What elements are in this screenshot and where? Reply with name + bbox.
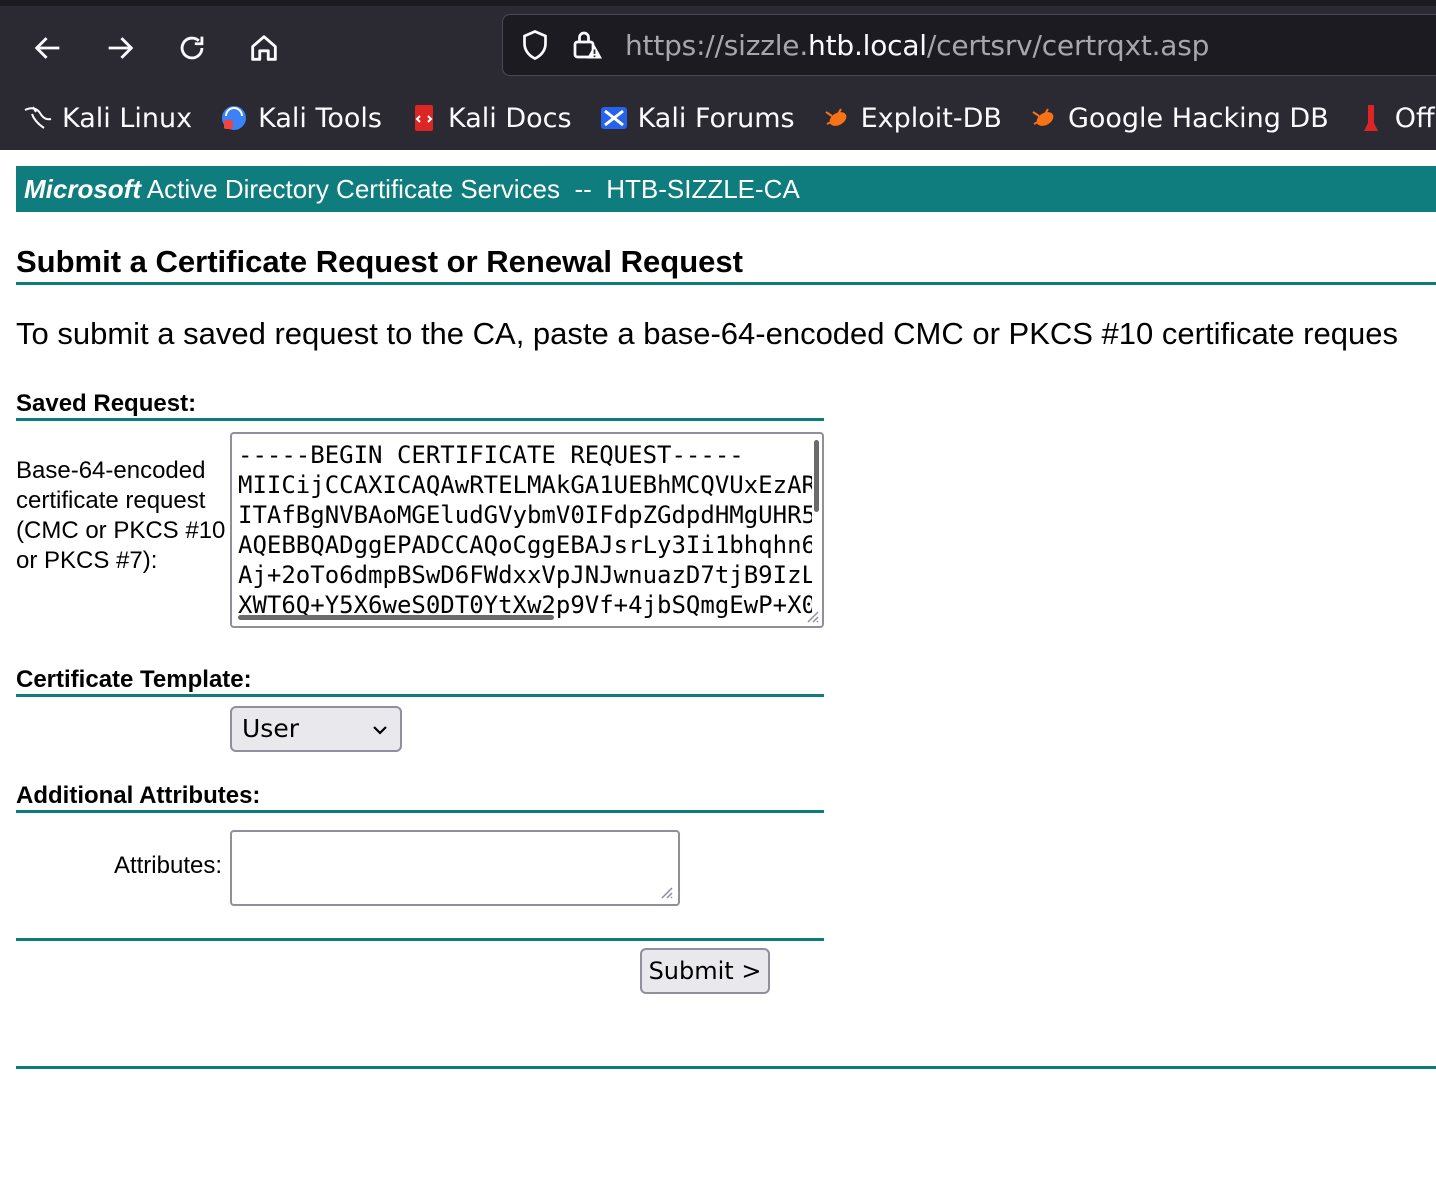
url-path: /certsrv/certrqxt.asp — [926, 29, 1210, 62]
url-host: htb.local — [808, 29, 927, 62]
bookmark-label: Kali Linux — [62, 102, 193, 134]
bookmark-kali-tools[interactable]: Kali Tools — [218, 92, 382, 144]
brand-name: Microsoft — [24, 174, 141, 204]
bookmark-label: Google Hacking DB — [1067, 102, 1329, 134]
separator: -- — [560, 174, 607, 204]
certificate-template-heading: Certificate Template: — [16, 666, 252, 693]
kali-docs-icon — [414, 105, 433, 131]
reload-icon — [180, 36, 204, 60]
template-divider — [16, 694, 824, 697]
resize-grip-icon[interactable] — [802, 606, 820, 624]
forward-arrow-icon — [108, 37, 134, 59]
vertical-scrollbar[interactable] — [814, 440, 819, 512]
service-name: Active Directory Certificate Services — [141, 174, 561, 204]
kali-dragon-icon — [24, 106, 52, 129]
bookmark-offsec[interactable]: OffSe — [1355, 92, 1436, 144]
kali-tools-icon — [222, 106, 247, 130]
ghdb-icon — [1032, 108, 1054, 126]
bookmark-label: OffSe — [1394, 102, 1436, 134]
back-arrow-icon — [34, 37, 60, 59]
bookmark-google-hacking-db[interactable]: Google Hacking DB — [1028, 92, 1329, 144]
page-footer-divider — [16, 1066, 1436, 1069]
chevron-down-icon — [373, 726, 387, 735]
lock-warning-icon[interactable] — [569, 27, 605, 63]
attributes-label: Attributes: — [113, 852, 222, 879]
address-bar[interactable]: https://sizzle.htb.local/certsrv/certrqx… — [502, 14, 1436, 76]
additional-attributes-heading: Additional Attributes: — [16, 782, 261, 809]
bookmark-kali-forums[interactable]: Kali Forums — [598, 92, 795, 144]
certsrv-page: Microsoft Active Directory Certificate S… — [16, 166, 1436, 1069]
shield-icon[interactable] — [517, 27, 553, 63]
exploit-db-icon — [825, 108, 846, 126]
kali-forums-icon — [600, 107, 627, 129]
home-icon — [251, 35, 277, 61]
back-button[interactable] — [26, 26, 70, 70]
saved-request-heading: Saved Request: — [16, 390, 197, 417]
header-banner: Microsoft Active Directory Certificate S… — [16, 166, 1436, 212]
reload-button[interactable] — [170, 26, 214, 70]
submit-button[interactable]: Submit > — [640, 948, 770, 994]
bookmark-exploit-db[interactable]: Exploit-DB — [821, 92, 1002, 144]
resize-grip-icon[interactable] — [656, 882, 674, 900]
bookmark-kali-linux[interactable]: Kali Linux — [22, 92, 192, 144]
attributes-textarea[interactable] — [230, 830, 680, 906]
url-scheme: https://sizzle. — [625, 29, 809, 62]
browser-toolbar: https://sizzle.htb.local/certsrv/certrqx… — [0, 0, 1436, 150]
offsec-icon — [1363, 105, 1378, 131]
form-footer-divider — [16, 938, 824, 941]
url-text[interactable]: https://sizzle.htb.local/certsrv/certrqx… — [625, 27, 1209, 65]
bookmarks-toolbar: Kali Linux Kali Tools Kali Docs Kali For… — [0, 92, 1436, 144]
forward-button[interactable] — [98, 26, 142, 70]
saved-request-divider — [16, 418, 824, 421]
home-button[interactable] — [242, 26, 286, 70]
selected-template: User — [242, 714, 299, 743]
title-divider — [16, 282, 1436, 285]
bookmark-label: Kali Forums — [637, 102, 795, 134]
ca-name: HTB-SIZZLE-CA — [606, 174, 800, 204]
saved-request-value: -----BEGIN CERTIFICATE REQUEST----- MIIC… — [238, 441, 812, 619]
attributes-divider — [16, 810, 824, 813]
bookmark-label: Kali Docs — [447, 102, 572, 134]
intro-text: To submit a saved request to the CA, pas… — [16, 316, 1398, 351]
tab-strip — [0, 0, 1436, 6]
horizontal-scrollbar[interactable] — [238, 615, 554, 620]
page-title: Submit a Certificate Request or Renewal … — [16, 244, 743, 279]
saved-request-textarea[interactable]: -----BEGIN CERTIFICATE REQUEST----- MIIC… — [230, 432, 824, 628]
bookmark-kali-docs[interactable]: Kali Docs — [408, 92, 572, 144]
certificate-template-select[interactable]: User — [230, 706, 402, 752]
saved-request-label: Base-64-encoded certificate request (CMC… — [16, 457, 226, 574]
bookmark-label: Exploit-DB — [860, 102, 1002, 134]
bookmark-label: Kali Tools — [258, 102, 382, 134]
